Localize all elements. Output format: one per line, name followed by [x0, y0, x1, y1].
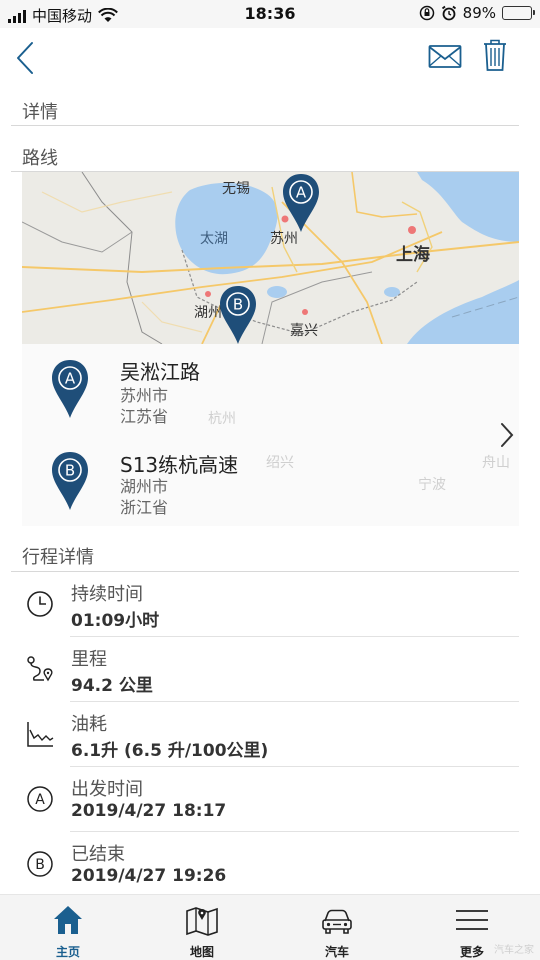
end-city: 湖州市	[120, 477, 169, 496]
battery-icon	[502, 6, 535, 20]
route-icon	[27, 656, 53, 682]
chevron-right-icon[interactable]	[498, 420, 516, 450]
home-icon	[54, 906, 82, 934]
end-b-circle-icon: B	[27, 851, 53, 877]
tab-label: 主页	[55, 945, 80, 959]
ghost-label-ningbo: 宁波	[418, 477, 446, 493]
mail-icon[interactable]	[428, 44, 462, 70]
detail-value: 6.1升 (6.5 升/100公里)	[71, 741, 269, 761]
divider	[11, 125, 519, 126]
tab-label: 地图	[189, 945, 214, 959]
menu-icon	[456, 910, 488, 930]
detail-value: 2019/4/27 19:26	[71, 866, 227, 886]
tab-car[interactable]: 汽车	[287, 895, 387, 960]
status-right: 89%	[419, 4, 535, 22]
detail-label: 持续时间	[71, 584, 143, 605]
alarm-icon	[441, 5, 456, 21]
detail-row-end: B 已结束 2019/4/27 19:26	[22, 832, 519, 897]
detail-row-duration: 持续时间 01:09小时	[22, 572, 519, 637]
detail-row-departure: A 出发时间 2019/4/27 18:17	[22, 767, 519, 832]
nav-bar	[0, 28, 540, 90]
start-a-circle-icon: A	[27, 786, 53, 812]
start-city: 苏州市	[120, 386, 169, 405]
end-b-icon: B	[52, 452, 88, 510]
detail-label: 已结束	[71, 844, 125, 865]
tab-map[interactable]: 地图	[152, 895, 252, 960]
svg-text:B: B	[65, 462, 75, 480]
lake	[267, 286, 287, 298]
status-bar: 中国移动 18:36 89%	[0, 0, 540, 28]
end-location-name: S13练杭高速	[120, 453, 239, 477]
car-icon	[322, 909, 352, 934]
svg-text:B: B	[233, 296, 243, 314]
clock-icon	[27, 591, 53, 617]
marker-b-pin[interactable]: B	[218, 284, 258, 344]
map-label-jiaxing: 嘉兴	[290, 323, 318, 339]
battery-percent: 89%	[462, 4, 496, 22]
ghost-label-shaoxing: 绍兴	[266, 455, 294, 471]
details-heading: 详情	[22, 102, 58, 123]
chevron-left-icon[interactable]	[12, 38, 42, 78]
trash-icon[interactable]	[482, 38, 508, 72]
detail-label: 里程	[71, 649, 107, 670]
trip-details-heading: 行程详情	[22, 547, 94, 568]
estuary	[417, 172, 519, 242]
tab-label: 汽车	[324, 945, 349, 959]
route-stops-panel[interactable]: 杭州 绍兴 宁波 舟山 A 吴淞江路 苏州市 江苏省 B S13练杭高速 湖州市…	[22, 344, 519, 526]
detail-value: 94.2 公里	[71, 676, 153, 696]
map-label-shanghai: 上海	[396, 245, 430, 265]
orientation-lock-icon	[419, 5, 434, 21]
start-a-icon: A	[52, 360, 88, 418]
route-map[interactable]: 无锡 太湖 苏州 上海 湖州 嘉兴 A B	[22, 172, 519, 344]
tab-home[interactable]: 主页	[18, 895, 118, 960]
ghost-label-zhoushan: 舟山	[482, 455, 510, 471]
map-icon	[186, 907, 218, 936]
detail-row-fuel: 油耗 6.1升 (6.5 升/100公里)	[22, 702, 519, 767]
lake	[384, 287, 400, 297]
detail-value: 2019/4/27 18:17	[71, 801, 227, 821]
route-heading: 路线	[22, 148, 58, 169]
tab-bar: 主页 地图 汽车 更多 汽车之家	[0, 894, 540, 960]
detail-label: 出发时间	[71, 779, 143, 800]
start-location-name: 吴淞江路	[120, 360, 200, 384]
svg-text:A: A	[296, 184, 307, 202]
map-background	[22, 172, 519, 344]
svg-text:A: A	[35, 792, 45, 808]
svg-text:B: B	[35, 857, 45, 873]
fuel-chart-icon	[27, 722, 54, 747]
svg-text:A: A	[65, 370, 76, 388]
detail-row-distance: 里程 94.2 公里	[22, 637, 519, 702]
sea	[407, 280, 519, 344]
detail-label: 油耗	[71, 714, 107, 735]
marker-a-pin[interactable]: A	[281, 172, 321, 234]
detail-value: 01:09小时	[71, 611, 160, 631]
ghost-label-hangzhou: 杭州	[208, 411, 236, 427]
watermark: 汽车之家	[494, 945, 534, 956]
start-province: 江苏省	[120, 407, 169, 426]
map-label-wuxi: 无锡	[222, 181, 250, 197]
end-province: 浙江省	[120, 498, 169, 517]
map-label-taihu: 太湖	[200, 231, 228, 247]
